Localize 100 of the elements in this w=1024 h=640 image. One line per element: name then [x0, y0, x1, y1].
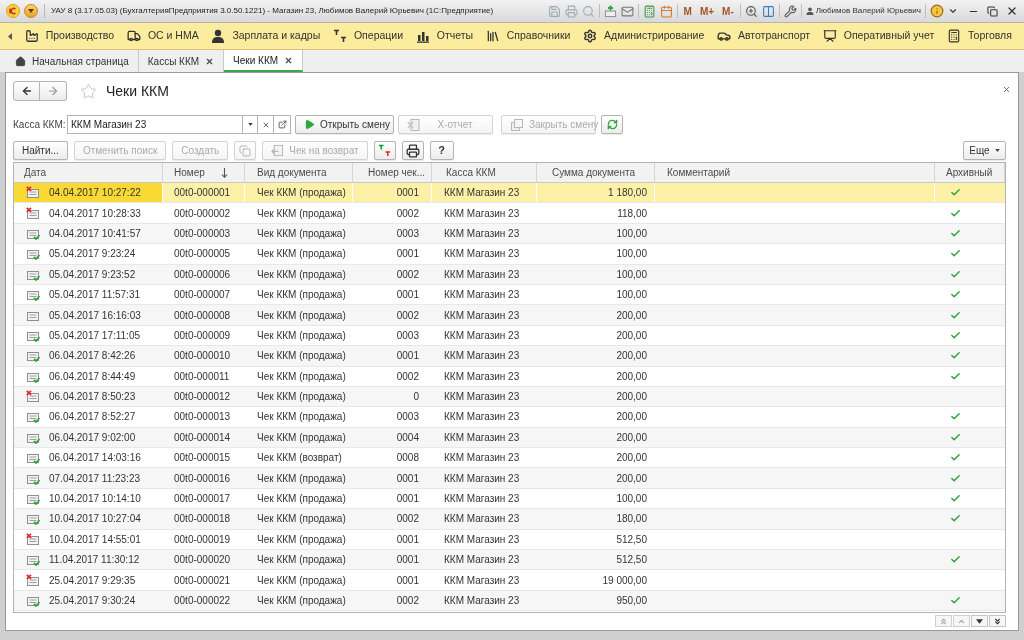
table-cell-text: 07.04.2017 11:23:23	[49, 471, 140, 486]
table-cell-text: 00t0-000017	[174, 492, 231, 507]
table-row[interactable]: 04.04.2017 10:41:57 00t0-000003 Чек ККМ (продажа) 0003 ККМ Магазин 23 100,00	[14, 223, 1005, 245]
table-cell-text: Чек ККМ (продажа)	[257, 410, 346, 425]
table-cell-text: 00t0-000010	[174, 349, 231, 364]
info-icon[interactable]	[930, 4, 944, 18]
table-cell-text: 10.04.2017 10:14:10	[49, 492, 141, 507]
calendar-icon[interactable]	[659, 4, 673, 18]
table-row[interactable]: 07.04.2017 11:23:23 00t0-000016 Чек ККМ (продажа) 0001 ККМ Магазин 23 200,00	[14, 468, 1005, 489]
kassa-field[interactable]: ККМ Магазин 23	[67, 115, 242, 134]
table-cell-text: Чек ККМ (продажа)	[257, 288, 346, 303]
table-cell-text: 0002	[396, 308, 419, 323]
open-button[interactable]	[273, 115, 291, 134]
table-row[interactable]: 06.04.2017 8:50:23 00t0-000012 Чек ККМ (продажа) 0 ККМ Магазин 23 200,00	[14, 386, 1005, 408]
command-button[interactable]	[401, 141, 424, 160]
table-cell-text: ККМ Магазин 23	[444, 512, 520, 527]
table-cell-text: 0003	[396, 410, 419, 425]
shift-button[interactable]: Открыть смену	[295, 115, 394, 134]
column-header[interactable]: Комментарий	[655, 163, 935, 182]
section-link[interactable]: Администрирование	[583, 28, 705, 44]
table-cell-text: 0001	[396, 288, 419, 303]
tab[interactable]: Чеки ККМ	[224, 50, 304, 72]
close-icon[interactable]	[205, 56, 215, 66]
section-link[interactable]: Оперативный учет	[822, 28, 935, 44]
column-header[interactable]: Сумма документа	[537, 163, 655, 182]
table-cell-text: ККМ Магазин 23	[444, 594, 520, 608]
refresh-button[interactable]	[601, 115, 623, 134]
scroll-down-button[interactable]	[971, 615, 988, 627]
column-header[interactable]: Дата	[14, 163, 163, 182]
column-header[interactable]: Номер чек...	[353, 163, 432, 182]
mail-icon[interactable]	[620, 4, 634, 18]
table-row[interactable]: 04.04.2017 10:27:22 00t0-000001 Чек ККМ (продажа) 0001 ККМ Магазин 23 1 180,00	[14, 183, 1005, 204]
section-link[interactable]: Операции	[332, 28, 404, 44]
table-cell-text: 00t0-000008	[174, 308, 231, 323]
command-button[interactable]: Найти...	[13, 141, 68, 160]
section-link[interactable]: Автотранспорт	[716, 28, 811, 44]
table-cell-text: 04.04.2017 10:28:33	[49, 206, 141, 221]
dropdown-button[interactable]	[242, 115, 257, 134]
section-link[interactable]: Торговля	[947, 28, 1012, 44]
table-cell-text: 10.04.2017 10:27:04	[49, 512, 141, 527]
open-icon	[277, 120, 287, 129]
main-menu-button[interactable]	[24, 4, 38, 18]
section-link[interactable]: Отчеты	[415, 28, 474, 44]
table-cell-text: 00t0-000005	[174, 247, 231, 262]
table-cell-text: 00t0-000012	[174, 390, 231, 405]
close-icon[interactable]	[1006, 5, 1018, 17]
print-icon	[405, 143, 420, 158]
table-row[interactable]: 05.04.2017 16:16:03 00t0-000008 Чек ККМ (продажа) 0002 ККМ Магазин 23 200,00	[14, 305, 1005, 326]
memory-button[interactable]: M+	[697, 3, 717, 19]
sort-arrow-icon	[221, 167, 228, 178]
table-cell-text: 00t0-000011	[174, 369, 230, 384]
close-icon[interactable]	[1002, 84, 1011, 94]
column-header[interactable]: Вид документа	[245, 163, 353, 182]
section-link[interactable]: Производство	[24, 28, 115, 44]
table-row[interactable]: 05.04.2017 9:23:52 00t0-000006 Чек ККМ (продажа) 0002 ККМ Магазин 23 100,00	[14, 264, 1005, 285]
table-cell-text: 0008	[396, 451, 419, 466]
panels-icon[interactable]	[761, 4, 775, 18]
memory-button[interactable]: M-	[720, 3, 736, 19]
more-button[interactable]: Еще	[963, 141, 1006, 160]
table-cell-text: 200,00	[616, 451, 647, 466]
user-button[interactable]: Любимов Валерий Юрьевич	[805, 5, 921, 17]
document-plus-icon[interactable]	[603, 4, 617, 18]
close-icon[interactable]	[284, 55, 294, 65]
section-link[interactable]: ОС и НМА	[126, 28, 199, 44]
column-header[interactable]: Касса ККМ	[432, 163, 537, 182]
double-caret-up-icon	[939, 616, 948, 626]
table-cell-text: 0001	[396, 349, 419, 364]
form-title: Чеки ККМ	[106, 81, 169, 101]
table-cell-text: 0002	[396, 594, 419, 608]
column-header[interactable]: Архивный	[935, 163, 1005, 182]
car-icon	[716, 29, 731, 43]
table-cell-text: 1 180,00	[608, 186, 647, 201]
section-link[interactable]: Справочники	[485, 28, 571, 44]
table-cell-text: 200,00	[616, 349, 647, 364]
window-title: УАУ 8 (3.17.05.03) (БухгалтерияПредприятия 3.0.50.1221) - Магазин 23, Любимов Валерий Юрьевич (1С:Предприятие)	[51, 5, 494, 17]
restore-icon[interactable]	[987, 5, 998, 17]
table-cell-text: Чек ККМ (продажа)	[257, 573, 346, 588]
table-row[interactable]: 25.04.2017 9:30:24 00t0-000022 Чек ККМ (продажа) 0002 ККМ Магазин 23 950,00	[14, 590, 1005, 612]
star-icon[interactable]	[80, 82, 97, 100]
table-cell-text: Чек ККМ (продажа)	[257, 186, 346, 201]
table-row[interactable]: 06.04.2017 8:42:26 00t0-000010 Чек ККМ (продажа) 0001 ККМ Магазин 23 200,00	[14, 346, 1005, 367]
zoom-in-icon[interactable]	[744, 4, 758, 18]
section-link[interactable]: Зарплата и кадры	[211, 28, 321, 44]
table-cell-text: ККМ Магазин 23	[444, 186, 520, 201]
command-button[interactable]: ?	[429, 141, 454, 160]
table-row[interactable]: 10.04.2017 10:27:04 00t0-000018 Чек ККМ (продажа) 0002 ККМ Магазин 23 180,00	[14, 509, 1005, 530]
table-row[interactable]: 06.04.2017 9:02:00 00t0-000014 Чек ККМ (продажа) 0004 ККМ Магазин 23 200,00	[14, 427, 1005, 449]
caret-left-icon[interactable]	[8, 32, 12, 40]
table-cell-text: 06.04.2017 8:42:26	[49, 349, 136, 364]
scroll-to-bottom-button[interactable]	[989, 615, 1006, 627]
chevron-down-icon[interactable]	[948, 6, 958, 16]
memory-button[interactable]: M	[681, 3, 694, 19]
wrench-icon[interactable]	[783, 4, 797, 18]
clear-button[interactable]	[257, 115, 273, 134]
table-row[interactable]: 11.04.2017 11:30:12 00t0-000020 Чек ККМ (продажа) 0001 ККМ Магазин 23 512,50	[14, 550, 1005, 571]
table-cell-text: ККМ Магазин 23	[444, 226, 520, 241]
calculator-icon[interactable]	[642, 4, 656, 18]
logo-icon[interactable]	[6, 4, 20, 18]
column-header[interactable]: Номер	[163, 163, 245, 182]
back-button[interactable]	[13, 81, 40, 101]
